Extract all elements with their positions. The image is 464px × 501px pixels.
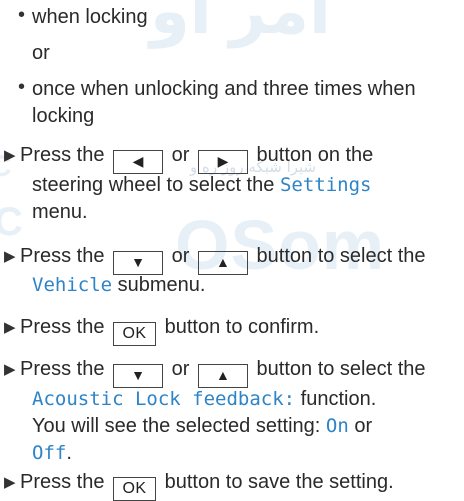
step1-line1: Press the ◀ or ▶ button on the bbox=[20, 142, 373, 174]
step3-line1: Press the OK button to confirm. bbox=[20, 314, 319, 346]
step-arrow-icon: ▶ bbox=[4, 248, 16, 265]
step4-or: or bbox=[171, 358, 190, 380]
step4-line3: You will see the selected setting: On or bbox=[32, 413, 372, 440]
right-arrow-button: ▶ bbox=[197, 150, 248, 174]
step4-selected-setting: You will see the selected setting: bbox=[32, 415, 321, 437]
step4-or2: or bbox=[354, 415, 373, 437]
step2-line1: Press the ▼ or ▲ button to select the bbox=[20, 243, 426, 275]
step2-submenu: submenu. bbox=[117, 274, 206, 296]
step-arrow-icon: ▶ bbox=[4, 361, 16, 378]
step1-rest: button on the bbox=[256, 144, 374, 166]
vehicle-menu-name: Vehicle bbox=[32, 274, 113, 296]
step3-rest: button to confirm. bbox=[164, 316, 320, 338]
step4-line2: Acoustic Lock feedback: function. bbox=[32, 386, 376, 413]
ok-button: OK bbox=[113, 477, 157, 501]
step2-line2: Vehicle submenu. bbox=[32, 272, 205, 299]
step4-rest: button to select the bbox=[256, 358, 426, 380]
step-arrow-icon: ▶ bbox=[4, 474, 16, 491]
step1-line2: steering wheel to select the Settings bbox=[32, 172, 371, 199]
step-arrow-icon: ▶ bbox=[4, 319, 16, 336]
step4-function: function. bbox=[300, 388, 377, 410]
step1-or: or bbox=[171, 144, 190, 166]
step1-press: Press the bbox=[20, 144, 105, 166]
left-arrow-button: ◀ bbox=[113, 150, 164, 174]
bullet-dot: • bbox=[18, 4, 26, 26]
step3-press: Press the bbox=[20, 316, 105, 338]
watermark-top: امر او bbox=[150, 0, 331, 47]
settings-menu-name: Settings bbox=[279, 174, 372, 196]
step2-rest: button to select the bbox=[256, 245, 426, 267]
step2-or: or bbox=[171, 245, 190, 267]
bullet-unlock-lock-line2: locking bbox=[32, 105, 95, 127]
or-separator: or bbox=[32, 42, 50, 64]
up-arrow-button: ▲ bbox=[197, 364, 248, 388]
step1-line3: menu. bbox=[32, 201, 88, 223]
bullet-dot: • bbox=[18, 76, 26, 98]
down-arrow-button: ▼ bbox=[113, 364, 164, 388]
step1-line2-text: steering wheel to select the bbox=[32, 174, 275, 196]
step4-period: . bbox=[66, 442, 72, 464]
setting-on: On bbox=[325, 415, 349, 437]
acoustic-lock-function-name: Acoustic Lock feedback: bbox=[32, 388, 296, 410]
step4-line4: Off. bbox=[32, 440, 72, 467]
step4-line1: Press the ▼ or ▲ button to select the bbox=[20, 356, 426, 388]
setting-off: Off bbox=[32, 442, 67, 464]
watermark-left-c2: C bbox=[0, 200, 23, 244]
step5-press: Press the bbox=[20, 471, 105, 493]
ok-button: OK bbox=[113, 322, 157, 346]
step5-line1: Press the OK button to save the setting. bbox=[20, 469, 394, 501]
bullet-unlock-lock-line1: once when unlocking and three times when bbox=[32, 78, 416, 100]
step-arrow-icon: ▶ bbox=[4, 147, 16, 164]
bullet-when-locking: when locking bbox=[32, 6, 148, 28]
step4-press: Press the bbox=[20, 358, 105, 380]
step2-press: Press the bbox=[20, 245, 105, 267]
step5-rest: button to save the setting. bbox=[164, 471, 394, 493]
